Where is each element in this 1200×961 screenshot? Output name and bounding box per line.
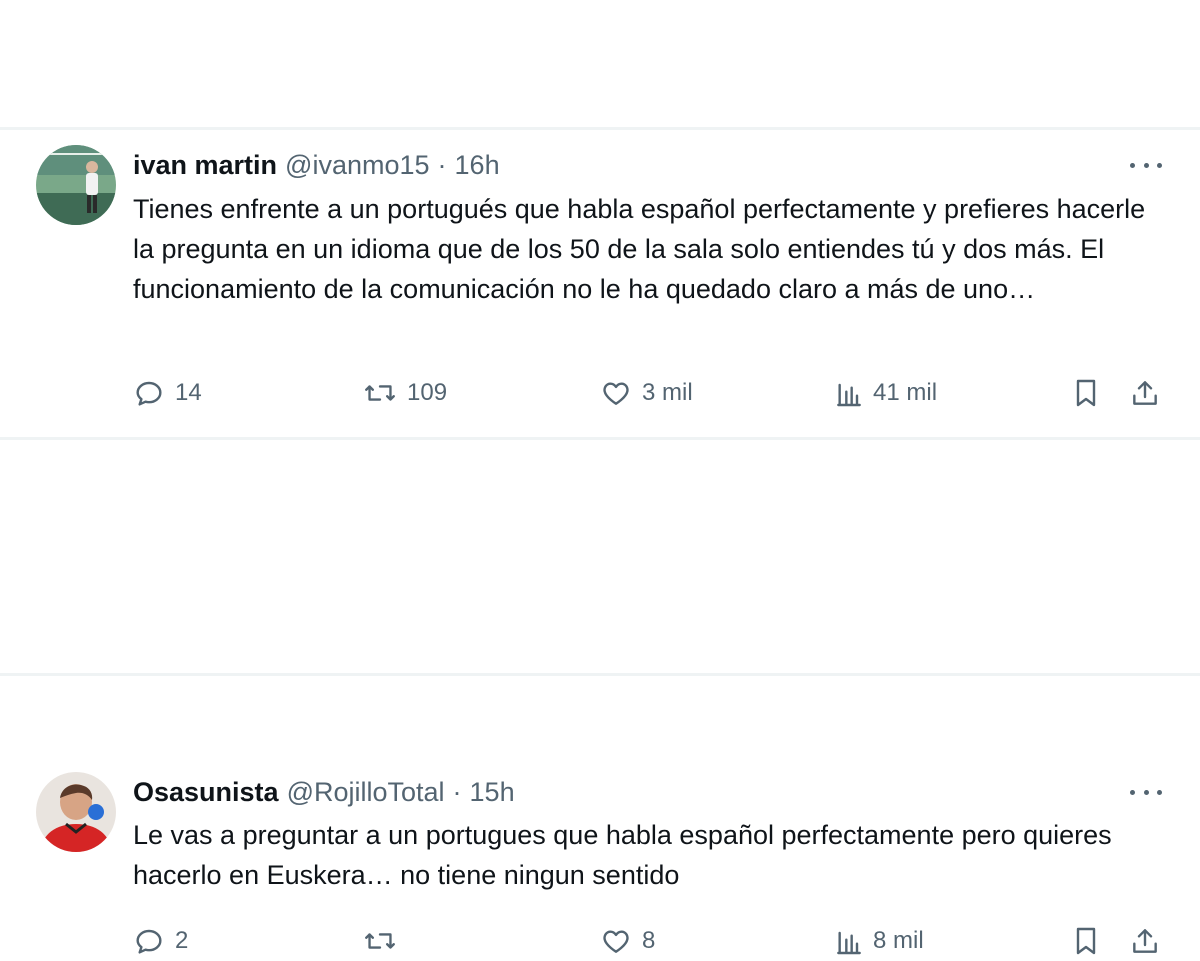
retweet-count: 109 <box>407 379 448 406</box>
divider <box>0 673 1200 676</box>
reply-icon <box>136 929 162 954</box>
views-count: 41 mil <box>873 379 938 406</box>
more-icon <box>1157 789 1162 795</box>
more-icon <box>1143 162 1149 168</box>
like-button[interactable]: 3 mil <box>600 373 693 413</box>
reply-count: 14 <box>175 379 202 406</box>
bookmark-button[interactable] <box>1071 373 1101 413</box>
action-bar: 14 109 3 mil 41 mil <box>0 373 1200 413</box>
tweet-feed: ivan martin @ivanmo15 · 16h Tienes enfre… <box>0 127 1200 955</box>
like-icon <box>603 382 629 405</box>
display-name[interactable]: Osasunista <box>133 777 279 808</box>
action-bar: 2 8 8 mil <box>0 921 1200 961</box>
reply-button[interactable]: 2 <box>133 921 188 961</box>
more-icon <box>1157 162 1162 168</box>
more-icon <box>1130 789 1135 795</box>
share-icon <box>1133 929 1157 953</box>
more-icon <box>1130 162 1135 168</box>
bookmark-icon <box>1076 379 1096 407</box>
share-button[interactable] <box>1129 921 1161 961</box>
like-count: 8 <box>642 927 656 954</box>
tweet-header: ivan martin @ivanmo15 · 16h <box>133 147 500 183</box>
user-handle[interactable]: @RojilloTotal <box>287 777 445 808</box>
avatar[interactable] <box>36 145 116 225</box>
reply-count: 2 <box>175 927 189 954</box>
bookmark-button[interactable] <box>1071 921 1101 961</box>
views-button[interactable]: 41 mil <box>835 373 937 413</box>
separator-dot: · <box>452 776 462 807</box>
share-button[interactable] <box>1129 373 1161 413</box>
more-options-button[interactable] <box>1130 155 1162 175</box>
bookmark-icon <box>1076 927 1096 955</box>
retweet-icon <box>365 933 395 949</box>
timestamp[interactable]: 15h <box>470 777 515 808</box>
retweet-button[interactable]: 109 <box>363 373 447 413</box>
more-icon <box>1143 789 1149 795</box>
tweet-header: Osasunista @RojilloTotal · 15h <box>133 774 515 810</box>
retweet-button[interactable] <box>363 921 407 961</box>
reply-button[interactable]: 14 <box>133 373 202 413</box>
like-button[interactable]: 8 <box>600 921 655 961</box>
views-count: 8 mil <box>873 927 924 954</box>
user-handle[interactable]: @ivanmo15 <box>285 150 429 181</box>
tweet[interactable]: ivan martin @ivanmo15 · 16h Tienes enfre… <box>0 127 1200 437</box>
views-icon <box>837 383 861 407</box>
tweet-text: Le vas a preguntar a un portugues que ha… <box>133 820 1112 890</box>
tweet[interactable]: Osasunista @RojilloTotal · 15h Le vas a … <box>0 437 1200 955</box>
separator-dot: · <box>437 149 447 180</box>
views-button[interactable]: 8 mil <box>835 921 924 961</box>
tweet-text: Tienes enfrente a un portugués que habla… <box>133 194 1146 304</box>
reply-icon <box>136 381 162 406</box>
display-name[interactable]: ivan martin <box>133 150 277 181</box>
views-icon <box>837 931 861 955</box>
like-icon <box>603 930 629 953</box>
like-count: 3 mil <box>642 379 693 406</box>
timestamp[interactable]: 16h <box>455 150 500 181</box>
retweet-icon <box>365 385 395 401</box>
share-icon <box>1133 381 1157 405</box>
avatar[interactable] <box>36 772 116 852</box>
more-options-button[interactable] <box>1130 782 1162 802</box>
